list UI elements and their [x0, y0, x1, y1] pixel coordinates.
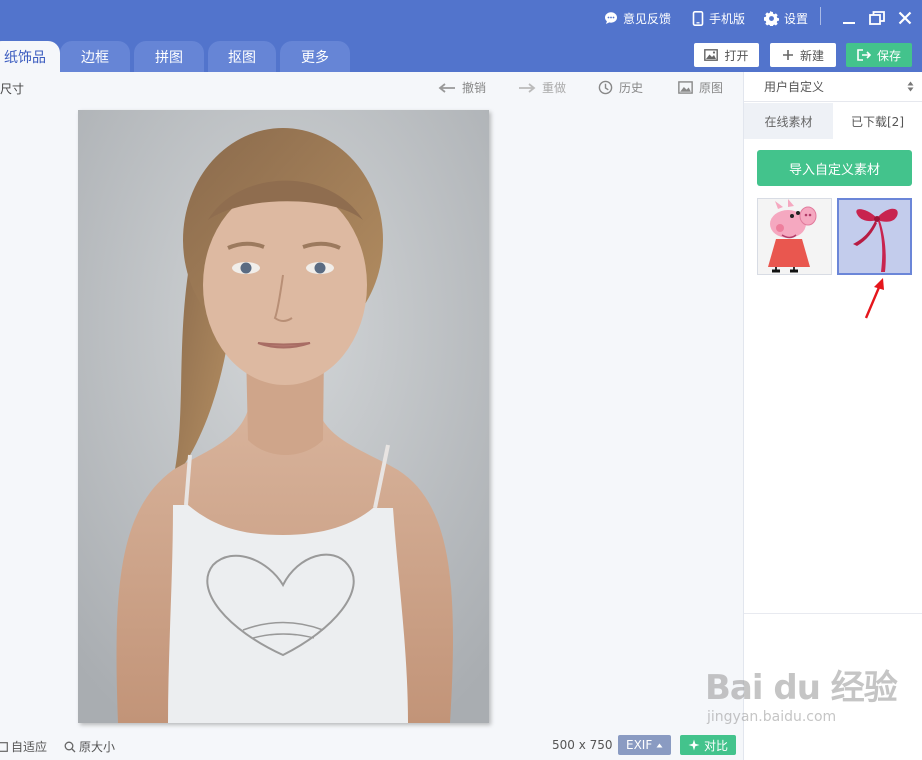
canvas-status-bar: 自适应 原大小 500 x 750 EXIF 对比: [0, 734, 743, 760]
tab-border[interactable]: 边框: [60, 41, 130, 72]
canvas-area: 尺寸 撤销 重做 历史 原图 自适应 原大小 500 x 750 EXIF 对比: [0, 72, 743, 760]
tab-cutout[interactable]: 抠图: [208, 41, 276, 72]
settings-label: 设置: [784, 11, 809, 26]
minimize-icon: [843, 22, 855, 24]
watermark-logo: Bai du 经验: [705, 668, 898, 708]
history-button[interactable]: 历史: [598, 79, 643, 96]
titlebar-divider: [820, 7, 821, 25]
tab-downloaded-label: 已下载[2]: [851, 114, 904, 129]
exif-button[interactable]: EXIF: [618, 735, 672, 755]
import-custom-material-button[interactable]: 导入自定义素材: [757, 150, 912, 186]
tab-stickers-label: 纸饰品: [4, 49, 46, 66]
actual-size-button[interactable]: 原大小: [64, 738, 115, 755]
caret-up-icon: [656, 743, 663, 747]
main-tab-bar: 纸饰品 边框 拼图 抠图 更多 打开 新建 保存: [0, 36, 922, 72]
maximize-button[interactable]: [867, 8, 887, 28]
undo-label: 撤销: [462, 81, 487, 95]
image-icon: [678, 81, 693, 94]
fit-icon: [0, 741, 8, 752]
peppa-pig-sticker: [758, 199, 831, 274]
watermark-url: jingyan.baidu.com: [707, 709, 837, 725]
sort-arrows-icon: [907, 81, 914, 92]
exif-label: EXIF: [626, 738, 653, 752]
actual-size-label: 原大小: [79, 740, 116, 754]
close-button[interactable]: [895, 8, 915, 28]
feedback-link[interactable]: 意见反馈: [604, 9, 671, 27]
image-dimensions: 500 x 750: [552, 738, 613, 752]
new-button[interactable]: 新建: [770, 43, 836, 67]
size-label: 尺寸: [0, 82, 25, 96]
category-select-value: 用户自定义: [764, 80, 825, 94]
minimize-button[interactable]: [839, 8, 859, 28]
history-label: 历史: [619, 81, 644, 95]
compare-label: 对比: [704, 738, 729, 753]
close-icon: [898, 11, 912, 25]
mobile-version-link[interactable]: 手机版: [692, 9, 745, 27]
import-label: 导入自定义素材: [788, 162, 880, 178]
feedback-label: 意见反馈: [623, 11, 672, 26]
sparkle-icon: [688, 739, 700, 751]
new-label: 新建: [799, 48, 824, 63]
gear-icon: [764, 10, 779, 26]
redo-button[interactable]: 重做: [518, 79, 566, 96]
restore-icon: [869, 11, 885, 25]
phone-icon: [692, 10, 704, 26]
sticker-thumbnail-bow[interactable]: [837, 198, 912, 275]
tab-more[interactable]: 更多: [280, 41, 350, 72]
tab-online-materials[interactable]: 在线素材: [744, 103, 833, 139]
red-pointer-arrow-icon: [864, 278, 884, 319]
panel-divider: [744, 613, 922, 614]
image-icon: [704, 49, 719, 61]
tab-online-label: 在线素材: [764, 114, 813, 129]
mobile-label: 手机版: [709, 11, 746, 26]
portrait-image: [78, 110, 489, 723]
material-panel: 用户自定义 在线素材 已下载[2] 导入自定义素材: [743, 72, 922, 760]
dimensions-label: 500 x 750: [552, 738, 613, 752]
save-label: 保存: [876, 48, 901, 63]
save-button[interactable]: 保存: [846, 43, 912, 67]
open-button[interactable]: 打开: [694, 43, 759, 67]
tab-more-label: 更多: [301, 49, 329, 66]
original-label: 原图: [699, 81, 724, 95]
undo-button[interactable]: 撤销: [438, 79, 486, 96]
arrow-right-icon: [519, 82, 536, 93]
redo-label: 重做: [542, 81, 567, 95]
plus-icon: [782, 50, 793, 60]
tab-cutout-label: 抠图: [228, 49, 256, 66]
tab-stickers[interactable]: 纸饰品: [0, 41, 60, 72]
sticker-thumbnail-peppa[interactable]: [757, 198, 832, 275]
tab-collage-label: 拼图: [155, 49, 183, 66]
arrow-left-icon: [438, 82, 455, 93]
compare-button[interactable]: 对比: [680, 735, 737, 755]
settings-link[interactable]: 设置: [764, 9, 808, 27]
tab-collage[interactable]: 拼图: [134, 41, 204, 72]
open-label: 打开: [724, 48, 749, 63]
magnifier-icon: [64, 741, 76, 752]
export-icon: [857, 49, 871, 61]
edited-photo[interactable]: [78, 110, 489, 723]
original-button[interactable]: 原图: [678, 79, 723, 96]
red-bow-sticker: [839, 200, 910, 273]
chat-bubble-icon: [605, 12, 617, 24]
title-bar: 意见反馈 手机版 设置: [0, 0, 922, 36]
fit-button[interactable]: 自适应: [0, 738, 47, 755]
tab-downloaded[interactable]: 已下载[2]: [833, 103, 922, 139]
tab-border-label: 边框: [81, 49, 109, 66]
category-select[interactable]: 用户自定义: [744, 72, 922, 102]
clock-icon: [598, 80, 613, 95]
baidu-watermark: Bai du 经验 jingyan.baidu.com: [705, 660, 898, 725]
fit-label: 自适应: [11, 740, 48, 754]
